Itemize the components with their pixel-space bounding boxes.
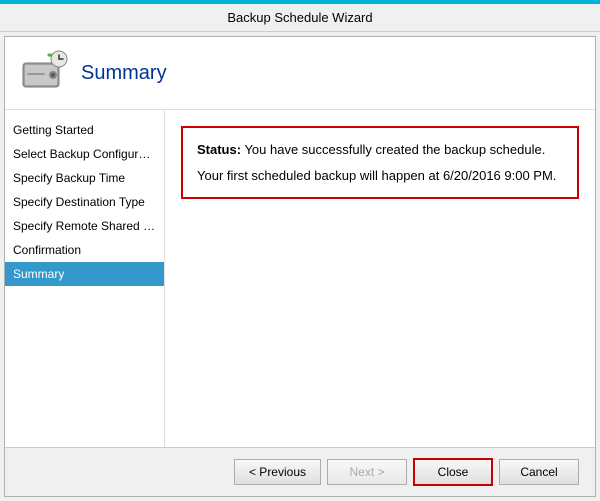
status-text-1: You have successfully created the backup…: [244, 142, 545, 157]
title-bar: Backup Schedule Wizard: [0, 4, 600, 32]
close-button[interactable]: Close: [413, 458, 493, 486]
status-box: Status: You have successfully created th…: [181, 126, 579, 199]
dialog-footer: < Previous Next > Close Cancel: [5, 447, 595, 496]
status-text-2: Your first scheduled backup will happen …: [197, 168, 556, 183]
previous-button[interactable]: < Previous: [234, 459, 321, 485]
sidebar-item-specify-time[interactable]: Specify Backup Time: [5, 166, 164, 190]
sidebar-item-getting-started[interactable]: Getting Started: [5, 118, 164, 142]
dialog: Summary Getting Started Select Backup Co…: [4, 36, 596, 497]
title-bar-label: Backup Schedule Wizard: [227, 10, 372, 25]
sidebar: Getting Started Select Backup Configurat…: [5, 110, 165, 447]
sidebar-item-summary[interactable]: Summary: [5, 262, 164, 286]
status-line-2: Your first scheduled backup will happen …: [197, 166, 563, 186]
sidebar-item-remote-shared[interactable]: Specify Remote Shared F...: [5, 214, 164, 238]
cancel-button[interactable]: Cancel: [499, 459, 579, 485]
header-title: Summary: [81, 62, 167, 85]
status-line-1: Status: You have successfully created th…: [197, 140, 563, 160]
sidebar-item-confirmation[interactable]: Confirmation: [5, 238, 164, 262]
status-label: Status:: [197, 142, 241, 157]
sidebar-item-select-backup[interactable]: Select Backup Configurat...: [5, 142, 164, 166]
content-area: Status: You have successfully created th…: [165, 110, 595, 447]
backup-schedule-icon: [21, 49, 69, 97]
dialog-header: Summary: [5, 37, 595, 110]
dialog-body: Getting Started Select Backup Configurat…: [5, 110, 595, 447]
sidebar-item-destination-type[interactable]: Specify Destination Type: [5, 190, 164, 214]
next-button[interactable]: Next >: [327, 459, 407, 485]
